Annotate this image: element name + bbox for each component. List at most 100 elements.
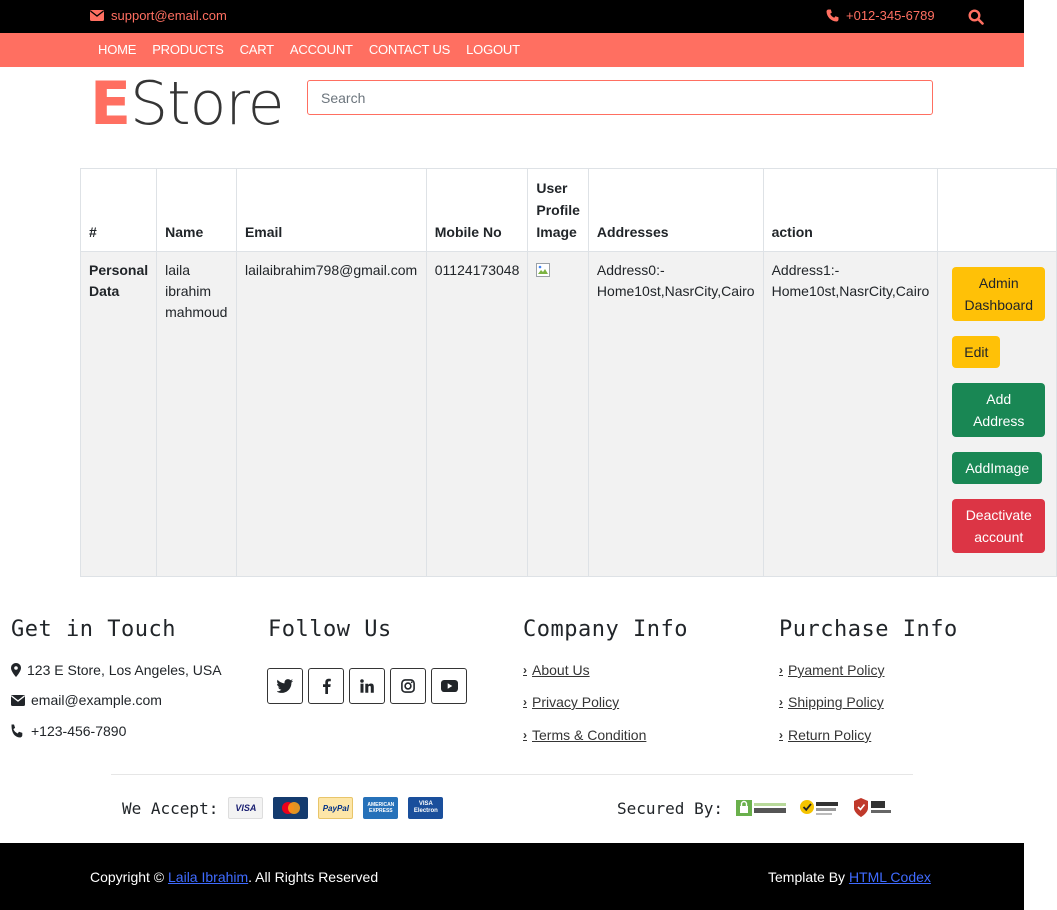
- chevron-right-icon: ›: [779, 695, 783, 709]
- html-codex-link[interactable]: HTML Codex: [849, 869, 931, 885]
- footer-heading-follow: Follow Us: [268, 617, 392, 642]
- add-address-button[interactable]: Add Address: [952, 383, 1046, 437]
- deactivate-account-button[interactable]: Deactivate account: [952, 499, 1046, 553]
- instagram-icon[interactable]: [390, 668, 426, 704]
- col-header-mobile: Mobile No: [425, 168, 529, 252]
- main-navbar: HOME PRODUCTS CART ACCOUNT CONTACT US LO…: [0, 33, 1024, 67]
- about-us-link[interactable]: › About Us: [523, 662, 590, 678]
- footer-email: email@example.com: [11, 692, 162, 708]
- footer-heading-company: Company Info: [523, 617, 688, 642]
- cell-address-0: Address0:- Home10st,NasrCity,Cairo: [587, 251, 764, 577]
- cell-profile-image: [527, 251, 589, 577]
- visa-card-icon: VISA: [228, 797, 264, 819]
- chevron-right-icon: ›: [779, 663, 783, 677]
- nav-logout[interactable]: LOGOUT: [466, 42, 520, 57]
- accepted-payments: We Accept: VISA PayPal AMERICAN EXPRESS V…: [122, 797, 444, 819]
- author-link[interactable]: Laila Ibrahim: [168, 869, 248, 885]
- footer-phone-text: +123-456-7890: [31, 723, 127, 739]
- payment-policy-link[interactable]: › Pyament Policy: [779, 662, 884, 678]
- copyright-suffix: . All Rights Reserved: [248, 869, 379, 885]
- copyright-text: Copyright © Laila Ibrahim. All Rights Re…: [90, 869, 378, 885]
- table-row: Personal Data laila ibrahim mahmoud lail…: [79, 251, 1057, 577]
- facebook-icon[interactable]: [308, 668, 344, 704]
- broken-image-icon: [536, 263, 551, 277]
- twitter-icon[interactable]: [267, 668, 303, 704]
- col-header-name: Name: [156, 168, 237, 252]
- row-label: Personal Data: [79, 251, 158, 577]
- linkedin-icon[interactable]: [349, 668, 385, 704]
- edit-button[interactable]: Edit: [952, 336, 1001, 368]
- ssl-secure-icon: [853, 797, 895, 819]
- logo-text: Store: [130, 69, 285, 139]
- secured-seal-icon: [735, 797, 787, 819]
- footer-get-in-touch: Get in Touch 123 E Store, Los Angeles, U…: [11, 610, 222, 739]
- search-input[interactable]: [307, 80, 933, 115]
- return-policy-link[interactable]: › Return Policy: [779, 727, 871, 743]
- return-policy-text: Return Policy: [788, 727, 872, 743]
- terms-text: Terms & Condition: [532, 727, 647, 743]
- logo-letter-e: E: [90, 69, 131, 139]
- add-image-button[interactable]: AddImage: [952, 452, 1043, 484]
- template-prefix: Template By: [768, 869, 846, 885]
- footer-address-text: 123 E Store, Los Angeles, USA: [27, 662, 222, 678]
- paypal-icon: PayPal: [318, 797, 354, 819]
- footer-follow-us: Follow Us: [267, 610, 467, 704]
- visa-electron-icon: VISA Electron: [408, 797, 444, 819]
- chevron-right-icon: ›: [523, 695, 527, 709]
- top-bar: support@email.com +012-345-6789: [0, 0, 1024, 33]
- secured-by-label: Secured By:: [617, 798, 723, 818]
- cell-address-1: Address1:- Home10st,NasrCity,Cairo: [762, 251, 939, 577]
- nav-account[interactable]: ACCOUNT: [290, 42, 353, 57]
- cell-email: lailaibrahim798@gmail.com: [235, 251, 427, 577]
- search-icon[interactable]: [968, 9, 984, 25]
- col-header-action: action: [762, 168, 939, 252]
- admin-dashboard-button[interactable]: Admin Dashboard: [952, 267, 1046, 321]
- about-us-text: About Us: [532, 662, 590, 678]
- footer-address: 123 E Store, Los Angeles, USA: [11, 662, 222, 678]
- cell-actions: Admin Dashboard Edit Add Address AddImag…: [937, 251, 1057, 577]
- youtube-icon[interactable]: [431, 668, 467, 704]
- footer-company-info: Company Info › About Us › Privacy Policy ›…: [523, 610, 688, 743]
- nav-products[interactable]: PRODUCTS: [152, 42, 224, 57]
- shipping-policy-text: Shipping Policy: [788, 694, 884, 710]
- chevron-right-icon: ›: [523, 663, 527, 677]
- privacy-policy-text: Privacy Policy: [532, 694, 620, 710]
- copyright-prefix: Copyright ©: [90, 869, 165, 885]
- copyright-bar: Copyright © Laila Ibrahim. All Rights Re…: [0, 843, 1024, 910]
- col-header-addresses: Addresses: [587, 168, 764, 252]
- we-accept-label: We Accept:: [122, 798, 219, 818]
- col-header-profile-image: User Profile Image: [527, 168, 589, 252]
- norton-secured-icon: [799, 797, 841, 819]
- col-header-index: #: [79, 168, 158, 252]
- footer-heading-purchase: Purchase Info: [779, 617, 958, 642]
- envelope-icon: [90, 10, 104, 21]
- privacy-policy-link[interactable]: › Privacy Policy: [523, 694, 619, 710]
- footer-divider: [111, 774, 913, 775]
- user-data-table: # Name Email Mobile No User Profile Imag…: [79, 168, 1057, 577]
- cell-name: laila ibrahim mahmoud: [156, 251, 237, 577]
- col-header-buttons: [937, 168, 1057, 252]
- shipping-policy-link[interactable]: › Shipping Policy: [779, 694, 884, 710]
- support-email: support@email.com: [90, 8, 227, 23]
- col-header-email: Email: [235, 168, 427, 252]
- payment-policy-text: Pyament Policy: [788, 662, 885, 678]
- terms-link[interactable]: › Terms & Condition: [523, 727, 646, 743]
- estore-logo[interactable]: EStore: [90, 68, 285, 140]
- table-header-row: # Name Email Mobile No User Profile Imag…: [79, 168, 1057, 252]
- support-phone: +012-345-6789: [826, 8, 935, 23]
- american-express-icon: AMERICAN EXPRESS: [363, 797, 399, 819]
- phone-icon: [11, 724, 23, 738]
- social-links: [267, 668, 467, 704]
- map-marker-icon: [11, 663, 21, 677]
- support-email-text: support@email.com: [111, 8, 227, 23]
- chevron-right-icon: ›: [779, 728, 783, 742]
- nav-contact-us[interactable]: CONTACT US: [369, 42, 451, 57]
- support-phone-text: +012-345-6789: [846, 8, 935, 23]
- envelope-icon: [11, 694, 25, 706]
- cell-mobile: 01124173048: [425, 251, 529, 577]
- security-seals: Secured By:: [617, 797, 895, 819]
- phone-icon: [826, 9, 839, 22]
- nav-cart[interactable]: CART: [240, 42, 275, 57]
- nav-home[interactable]: HOME: [98, 42, 136, 57]
- footer-email-text: email@example.com: [31, 692, 162, 708]
